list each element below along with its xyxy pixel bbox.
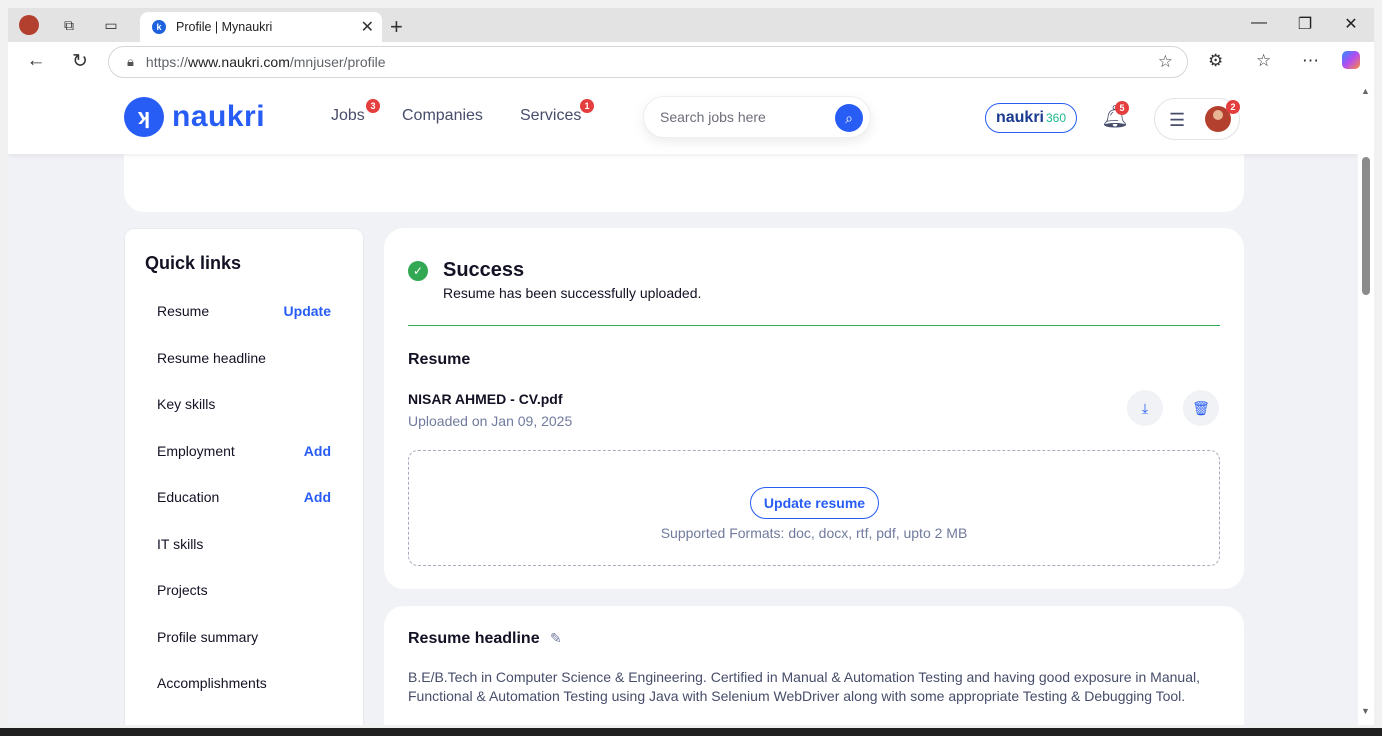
close-tab-icon[interactable]: ✕: [361, 17, 374, 37]
services-badge: 1: [580, 99, 594, 113]
page-viewport: ʞ naukri Jobs 3 Companies Services 1 Sea…: [8, 82, 1358, 725]
resume-section-title: Resume: [408, 351, 471, 368]
url-host: www.naukri.com: [187, 54, 290, 70]
browser-profile-icon[interactable]: [18, 14, 40, 36]
jobs-badge: 3: [366, 99, 380, 113]
resume-headline-text: B.E/B.Tech in Computer Science & Enginee…: [408, 669, 1200, 704]
quick-links-title: Quick links: [145, 253, 242, 273]
restore-icon[interactable]: ❐: [1282, 14, 1328, 34]
quick-link-resume-headline[interactable]: Resume headline: [157, 350, 266, 366]
url-input[interactable]: 🔒︎ https://www.naukri.com/mnjuser/profil…: [108, 46, 1188, 78]
quick-link-education[interactable]: Education: [157, 489, 219, 505]
scroll-down-icon[interactable]: ▼: [1361, 706, 1370, 716]
job-search-input[interactable]: Search jobs here ⌕: [643, 96, 871, 138]
address-bar-row: ← ↻ 🔒︎ https://www.naukri.com/mnjuser/pr…: [8, 42, 1374, 82]
delete-resume-icon[interactable]: 🗑︎: [1183, 390, 1219, 426]
quick-link-employment[interactable]: Employment: [157, 443, 235, 459]
naukri-logo-text: naukri: [172, 100, 266, 133]
favorite-star-icon[interactable]: ☆: [1158, 52, 1173, 72]
hamburger-menu-icon: ☰: [1169, 110, 1186, 130]
employment-add-link[interactable]: Add: [304, 443, 331, 459]
site-header: ʞ naukri Jobs 3 Companies Services 1 Sea…: [8, 82, 1358, 154]
success-divider: [408, 325, 1220, 326]
scroll-up-icon[interactable]: ▲: [1361, 86, 1370, 96]
tab-actions-icon[interactable]: ▭: [100, 14, 122, 36]
profile-badge: 2: [1226, 100, 1240, 114]
nav-services-label: Services: [520, 107, 582, 124]
quick-links-card: Quick links Resume Update Resume headlin…: [124, 228, 364, 725]
update-resume-button[interactable]: Update resume: [750, 487, 879, 519]
tab-title: Profile | Mynaukri: [176, 20, 273, 34]
search-placeholder: Search jobs here: [660, 109, 766, 125]
nav-companies[interactable]: Companies: [402, 107, 483, 125]
education-add-link[interactable]: Add: [304, 489, 331, 505]
favorites-list-icon[interactable]: ☆: [1256, 51, 1271, 71]
back-arrow-icon[interactable]: ←: [24, 50, 48, 72]
search-icon[interactable]: ⌕: [835, 104, 863, 132]
resume-upload-date: Uploaded on Jan 09, 2025: [408, 413, 573, 429]
more-menu-icon[interactable]: ⋯: [1302, 51, 1319, 71]
success-title: Success: [443, 259, 525, 281]
nav-jobs[interactable]: Jobs: [331, 107, 365, 125]
resume-headline-title: Resume headline: [408, 630, 540, 647]
browser-tab-bar: ⧉ ▭ k Profile | Mynaukri ✕ + — ❐ ✕: [8, 8, 1374, 42]
extensions-icon[interactable]: ⚙: [1208, 51, 1223, 71]
notification-badge: 5: [1115, 101, 1129, 115]
supported-formats-text: Supported Formats: doc, docx, rtf, pdf, …: [660, 525, 968, 541]
url-scheme: https://: [145, 54, 188, 70]
copilot-icon[interactable]: [1342, 51, 1360, 69]
page-scrollbar[interactable]: ▲ ▼: [1358, 82, 1374, 725]
resume-card: ✓ Success Resume has been successfully u…: [384, 228, 1244, 589]
resume-headline-card: Resume headline ✎ B.E/B.Tech in Computer…: [384, 606, 1244, 725]
resume-file-name: NISAR AHMED - CV.pdf: [408, 391, 563, 407]
naukri360-label: naukri: [995, 109, 1044, 126]
window-close-icon[interactable]: ✕: [1328, 14, 1374, 34]
download-resume-icon[interactable]: ⤓: [1127, 390, 1163, 426]
minimize-icon[interactable]: —: [1236, 14, 1282, 32]
resume-update-link[interactable]: Update: [284, 303, 331, 319]
naukri-logo[interactable]: ʞ naukri: [124, 97, 265, 137]
os-taskbar: [0, 728, 1382, 736]
success-message: Resume has been successfully uploaded.: [443, 285, 702, 301]
quick-link-key-skills[interactable]: Key skills: [157, 396, 215, 412]
browser-tab-active[interactable]: k Profile | Mynaukri ✕: [140, 12, 382, 42]
naukri360-suffix: 360: [1045, 111, 1067, 125]
lock-icon: 🔒︎: [127, 54, 134, 69]
resume-upload-dropzone[interactable]: Update resume Supported Formats: doc, do…: [408, 450, 1220, 566]
nav-companies-label: Companies: [402, 107, 483, 124]
nav-services[interactable]: Services: [520, 107, 581, 125]
naukri-favicon-icon: k: [152, 20, 166, 34]
scrollbar-thumb[interactable]: [1362, 157, 1370, 295]
quick-link-profile-summary[interactable]: Profile summary: [157, 629, 258, 645]
nav-jobs-label: Jobs: [331, 107, 365, 124]
success-check-icon: ✓: [408, 261, 428, 281]
quick-link-accomplishments[interactable]: Accomplishments: [157, 675, 267, 691]
new-tab-icon[interactable]: +: [390, 14, 403, 40]
quick-link-resume[interactable]: Resume: [157, 303, 209, 319]
edit-pencil-icon[interactable]: ✎: [550, 630, 562, 647]
quick-link-projects[interactable]: Projects: [157, 582, 208, 598]
naukri-logo-icon: ʞ: [124, 97, 164, 137]
naukri360-button[interactable]: naukri 360: [985, 103, 1077, 133]
refresh-icon[interactable]: ↻: [68, 50, 92, 73]
url-path: /mnjuser/profile: [289, 54, 386, 70]
workspaces-icon[interactable]: ⧉: [58, 14, 80, 36]
quick-link-it-skills[interactable]: IT skills: [157, 536, 203, 552]
